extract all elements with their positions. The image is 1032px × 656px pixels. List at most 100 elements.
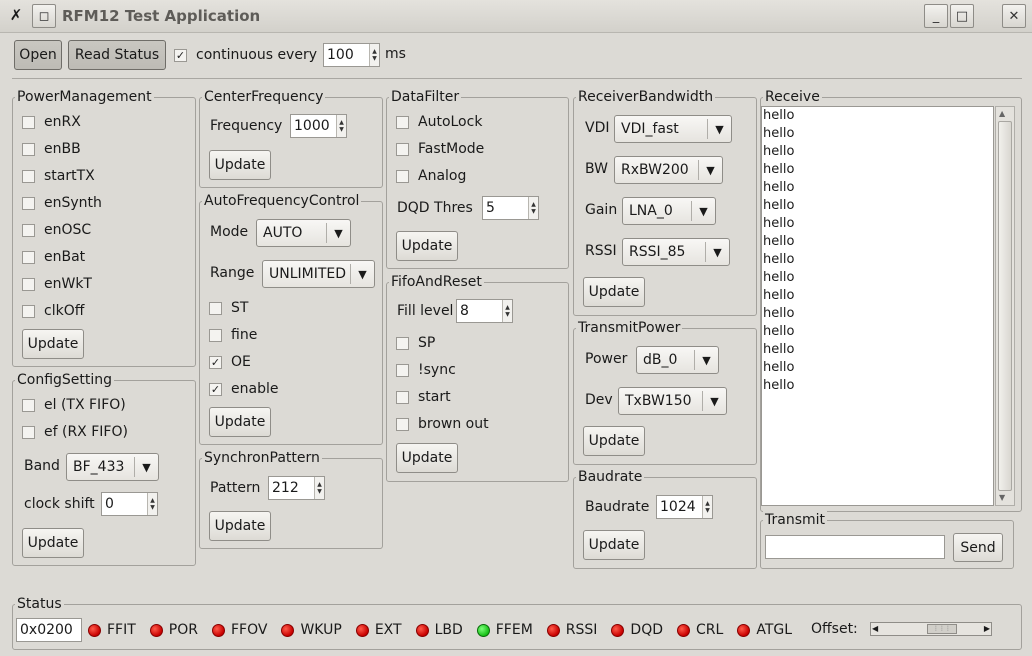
gain-select[interactable]: LNA_0 ▼ [622, 197, 716, 225]
chevron-down-icon: ▼ [694, 350, 718, 370]
scroll-right-icon: ▶ [983, 624, 990, 633]
chevron-down-icon: ▼ [326, 223, 350, 243]
center-update-button[interactable]: Update [209, 150, 271, 180]
receive-scrollbar[interactable]: ▲ ▼ [995, 106, 1015, 506]
chevron-down-icon: ▼ [698, 160, 722, 180]
receive-line: hello [763, 108, 795, 123]
interval-spinbox[interactable]: 100 ▲ ▼ [323, 43, 380, 67]
receive-line: hello [763, 216, 795, 231]
power-checkbox-enbat[interactable]: enBat [22, 247, 85, 267]
minimize-button[interactable]: _ [924, 4, 948, 28]
st-checkbox[interactable]: ST [209, 298, 248, 318]
sync-update-button[interactable]: Update [209, 511, 271, 541]
status-flag-wkup: WKUP [281, 620, 342, 640]
group-title: PowerManagement [15, 88, 154, 106]
power-checkbox-enwkt[interactable]: enWkT [22, 274, 92, 294]
receive-line: hello [763, 342, 795, 357]
led-icon [281, 623, 295, 637]
analog-checkbox[interactable]: Analog [396, 166, 466, 186]
rssi-select[interactable]: RSSI_85 ▼ [622, 238, 730, 266]
read-status-button[interactable]: Read Status [68, 40, 166, 70]
power-checkbox-enosc[interactable]: enOSC [22, 220, 91, 240]
power-label: Power [585, 351, 628, 367]
mode-select[interactable]: AUTO ▼ [256, 219, 351, 247]
pattern-spinbox[interactable]: 212 ▲ ▼ [268, 476, 325, 500]
afc-update-button[interactable]: Update [209, 407, 271, 437]
offset-slider[interactable]: ◀ ⋮⋮⋮ ▶ [870, 622, 992, 636]
sp-checkbox[interactable]: SP [396, 333, 435, 353]
rssi-label: RSSI [585, 243, 617, 259]
range-select[interactable]: UNLIMITED ▼ [262, 260, 375, 288]
power-checkbox-starttx[interactable]: startTX [22, 166, 95, 186]
pin-icon[interactable]: ◻ [32, 4, 56, 28]
group-title: AutoFrequencyControl [202, 192, 362, 210]
dev-select[interactable]: TxBW150 ▼ [618, 387, 727, 415]
status-value-field: 0x0200 [16, 618, 82, 642]
scrollbar-handle[interactable] [998, 121, 1012, 491]
power-checkbox-ensynth[interactable]: enSynth [22, 193, 102, 213]
el-checkbox[interactable]: el (TX FIFO) [22, 395, 126, 415]
status-flag-ffem: FFEM [476, 620, 533, 640]
led-icon [476, 623, 490, 637]
window-title: RFM12 Test Application [62, 7, 261, 25]
power-checkbox-clkoff[interactable]: clkOff [22, 301, 84, 321]
band-label: Band [24, 458, 60, 474]
bw-label: BW [585, 161, 608, 177]
frequency-label: Frequency [210, 118, 283, 134]
baudrate-spinbox[interactable]: 1024 ▲ ▼ [656, 495, 713, 519]
led-icon [611, 623, 625, 637]
dqd-spinbox[interactable]: 5 ▲ ▼ [482, 196, 539, 220]
vdi-label: VDI [585, 120, 610, 136]
band-select[interactable]: BF_433 ▼ [66, 453, 159, 481]
status-flag-lbd: LBD [415, 620, 463, 640]
fine-checkbox[interactable]: fine [209, 325, 257, 345]
start-checkbox[interactable]: start [396, 387, 451, 407]
enable-checkbox[interactable]: ✓ enable [209, 379, 278, 399]
receive-line: hello [763, 306, 795, 321]
rxbw-update-button[interactable]: Update [583, 277, 645, 307]
led-icon [546, 623, 560, 637]
vdi-select[interactable]: VDI_fast ▼ [614, 115, 732, 143]
open-button[interactable]: Open [14, 40, 62, 70]
clock-shift-label: clock shift [24, 496, 95, 512]
datafilter-update-button[interactable]: Update [396, 231, 458, 261]
transmit-input[interactable] [765, 535, 945, 559]
group-title: DataFilter [389, 88, 462, 106]
power-update-button[interactable]: Update [22, 329, 84, 359]
maximize-button[interactable]: □ [950, 4, 974, 28]
gain-label: Gain [585, 202, 618, 218]
status-flag-ffit: FFIT [88, 620, 136, 640]
power-checkbox-enrx[interactable]: enRX [22, 112, 81, 132]
status-flag-ffov: FFOV [212, 620, 267, 640]
fastmode-checkbox[interactable]: FastMode [396, 139, 484, 159]
bw-select[interactable]: RxBW200 ▼ [614, 156, 723, 184]
nsync-checkbox[interactable]: !sync [396, 360, 456, 380]
fill-level-spinbox[interactable]: 8 ▲ ▼ [456, 299, 513, 323]
autolock-checkbox[interactable]: AutoLock [396, 112, 482, 132]
oe-checkbox[interactable]: ✓ OE [209, 352, 251, 372]
ef-checkbox[interactable]: ef (RX FIFO) [22, 422, 128, 442]
clock-shift-spinbox[interactable]: 0 ▲ ▼ [101, 492, 158, 516]
frequency-spinbox[interactable]: 1000 ▲ ▼ [290, 114, 347, 138]
slider-handle[interactable]: ⋮⋮⋮ [927, 624, 957, 634]
group-title: Status [15, 595, 64, 613]
txpower-update-button[interactable]: Update [583, 426, 645, 456]
chevron-down-icon: ▼ [350, 264, 374, 284]
led-icon [355, 623, 369, 637]
send-button[interactable]: Send [953, 533, 1003, 562]
close-button[interactable]: ✕ [1002, 4, 1026, 28]
receive-line: hello [763, 162, 795, 177]
power-checkbox-enbb[interactable]: enBB [22, 139, 81, 159]
fifo-update-button[interactable]: Update [396, 443, 458, 473]
power-select[interactable]: dB_0 ▼ [636, 346, 719, 374]
status-flag-por: POR [149, 620, 198, 640]
led-icon [737, 623, 751, 637]
brownout-checkbox[interactable]: brown out [396, 414, 489, 434]
config-update-button[interactable]: Update [22, 528, 84, 558]
receive-line: hello [763, 378, 795, 393]
app-tools-icon[interactable]: ✗ [6, 6, 26, 26]
continuous-checkbox[interactable]: ✓ continuous every [174, 45, 317, 65]
baud-update-button[interactable]: Update [583, 530, 645, 560]
receive-textarea[interactable]: hello hello hello hello hello hello hello hello… [761, 106, 994, 506]
receive-line: hello [763, 234, 795, 249]
